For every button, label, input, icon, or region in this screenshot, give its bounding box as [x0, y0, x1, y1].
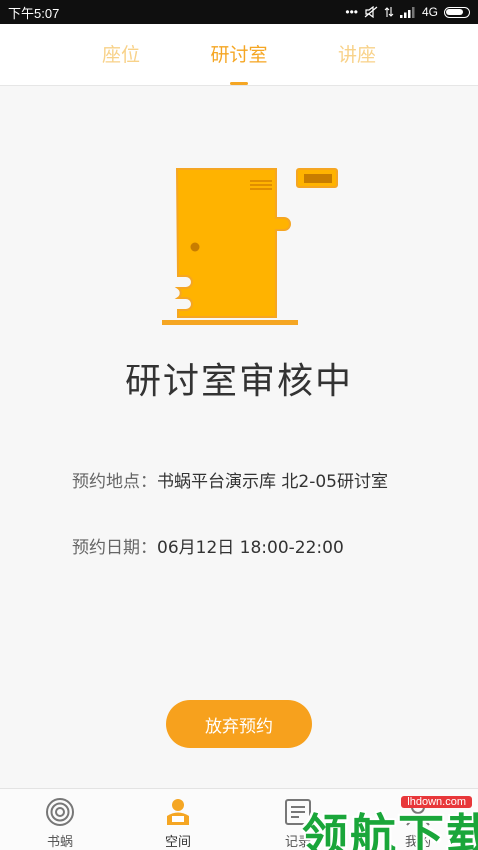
nav-item-shuwo[interactable]: 书蜗	[20, 789, 100, 850]
date-row: 预约日期：06月12日 18:00-22:00	[72, 533, 344, 558]
reservation-status-title: 研讨室审核中	[124, 361, 353, 402]
nav-item-space[interactable]: 空间	[138, 789, 218, 850]
battery-icon	[444, 6, 470, 18]
status-time: 下午5:07	[8, 5, 60, 21]
door-icon	[162, 168, 338, 325]
cancel-reservation-button[interactable]: 放弃预约	[166, 700, 312, 748]
dots-icon: •••	[345, 5, 358, 19]
tab-discussion-room[interactable]: 研讨室	[206, 24, 272, 85]
status-icons: ••• 4G	[345, 5, 470, 19]
tab-seat[interactable]: 座位	[88, 24, 154, 85]
tab-lecture[interactable]: 讲座	[324, 24, 390, 85]
nav-label-shuwo: 书蜗	[46, 835, 73, 850]
person-desk-icon	[167, 799, 189, 825]
snail-icon	[46, 798, 74, 826]
nav-label-space: 空间	[164, 835, 191, 850]
date-value: 06月12日 18:00-22:00	[157, 538, 344, 558]
date-label: 预约日期：	[72, 538, 157, 558]
status-bar: 下午5:07 ••• 4G	[0, 0, 478, 24]
watermark: 领航下载 lhdown.com	[302, 792, 478, 850]
watermark-site: lhdown.com	[401, 796, 472, 808]
data-arrows-icon	[384, 7, 394, 17]
location-label: 预约地点：	[72, 472, 157, 492]
location-value: 书蜗平台演示库 北2-05研讨室	[157, 472, 388, 492]
location-row: 预约地点：书蜗平台演示库 北2-05研讨室	[72, 467, 388, 492]
network-type: 4G	[421, 5, 438, 19]
signal-icon	[399, 7, 415, 18]
top-tab-bar: 座位 研讨室 讲座	[0, 24, 478, 86]
mute-icon	[364, 6, 378, 18]
